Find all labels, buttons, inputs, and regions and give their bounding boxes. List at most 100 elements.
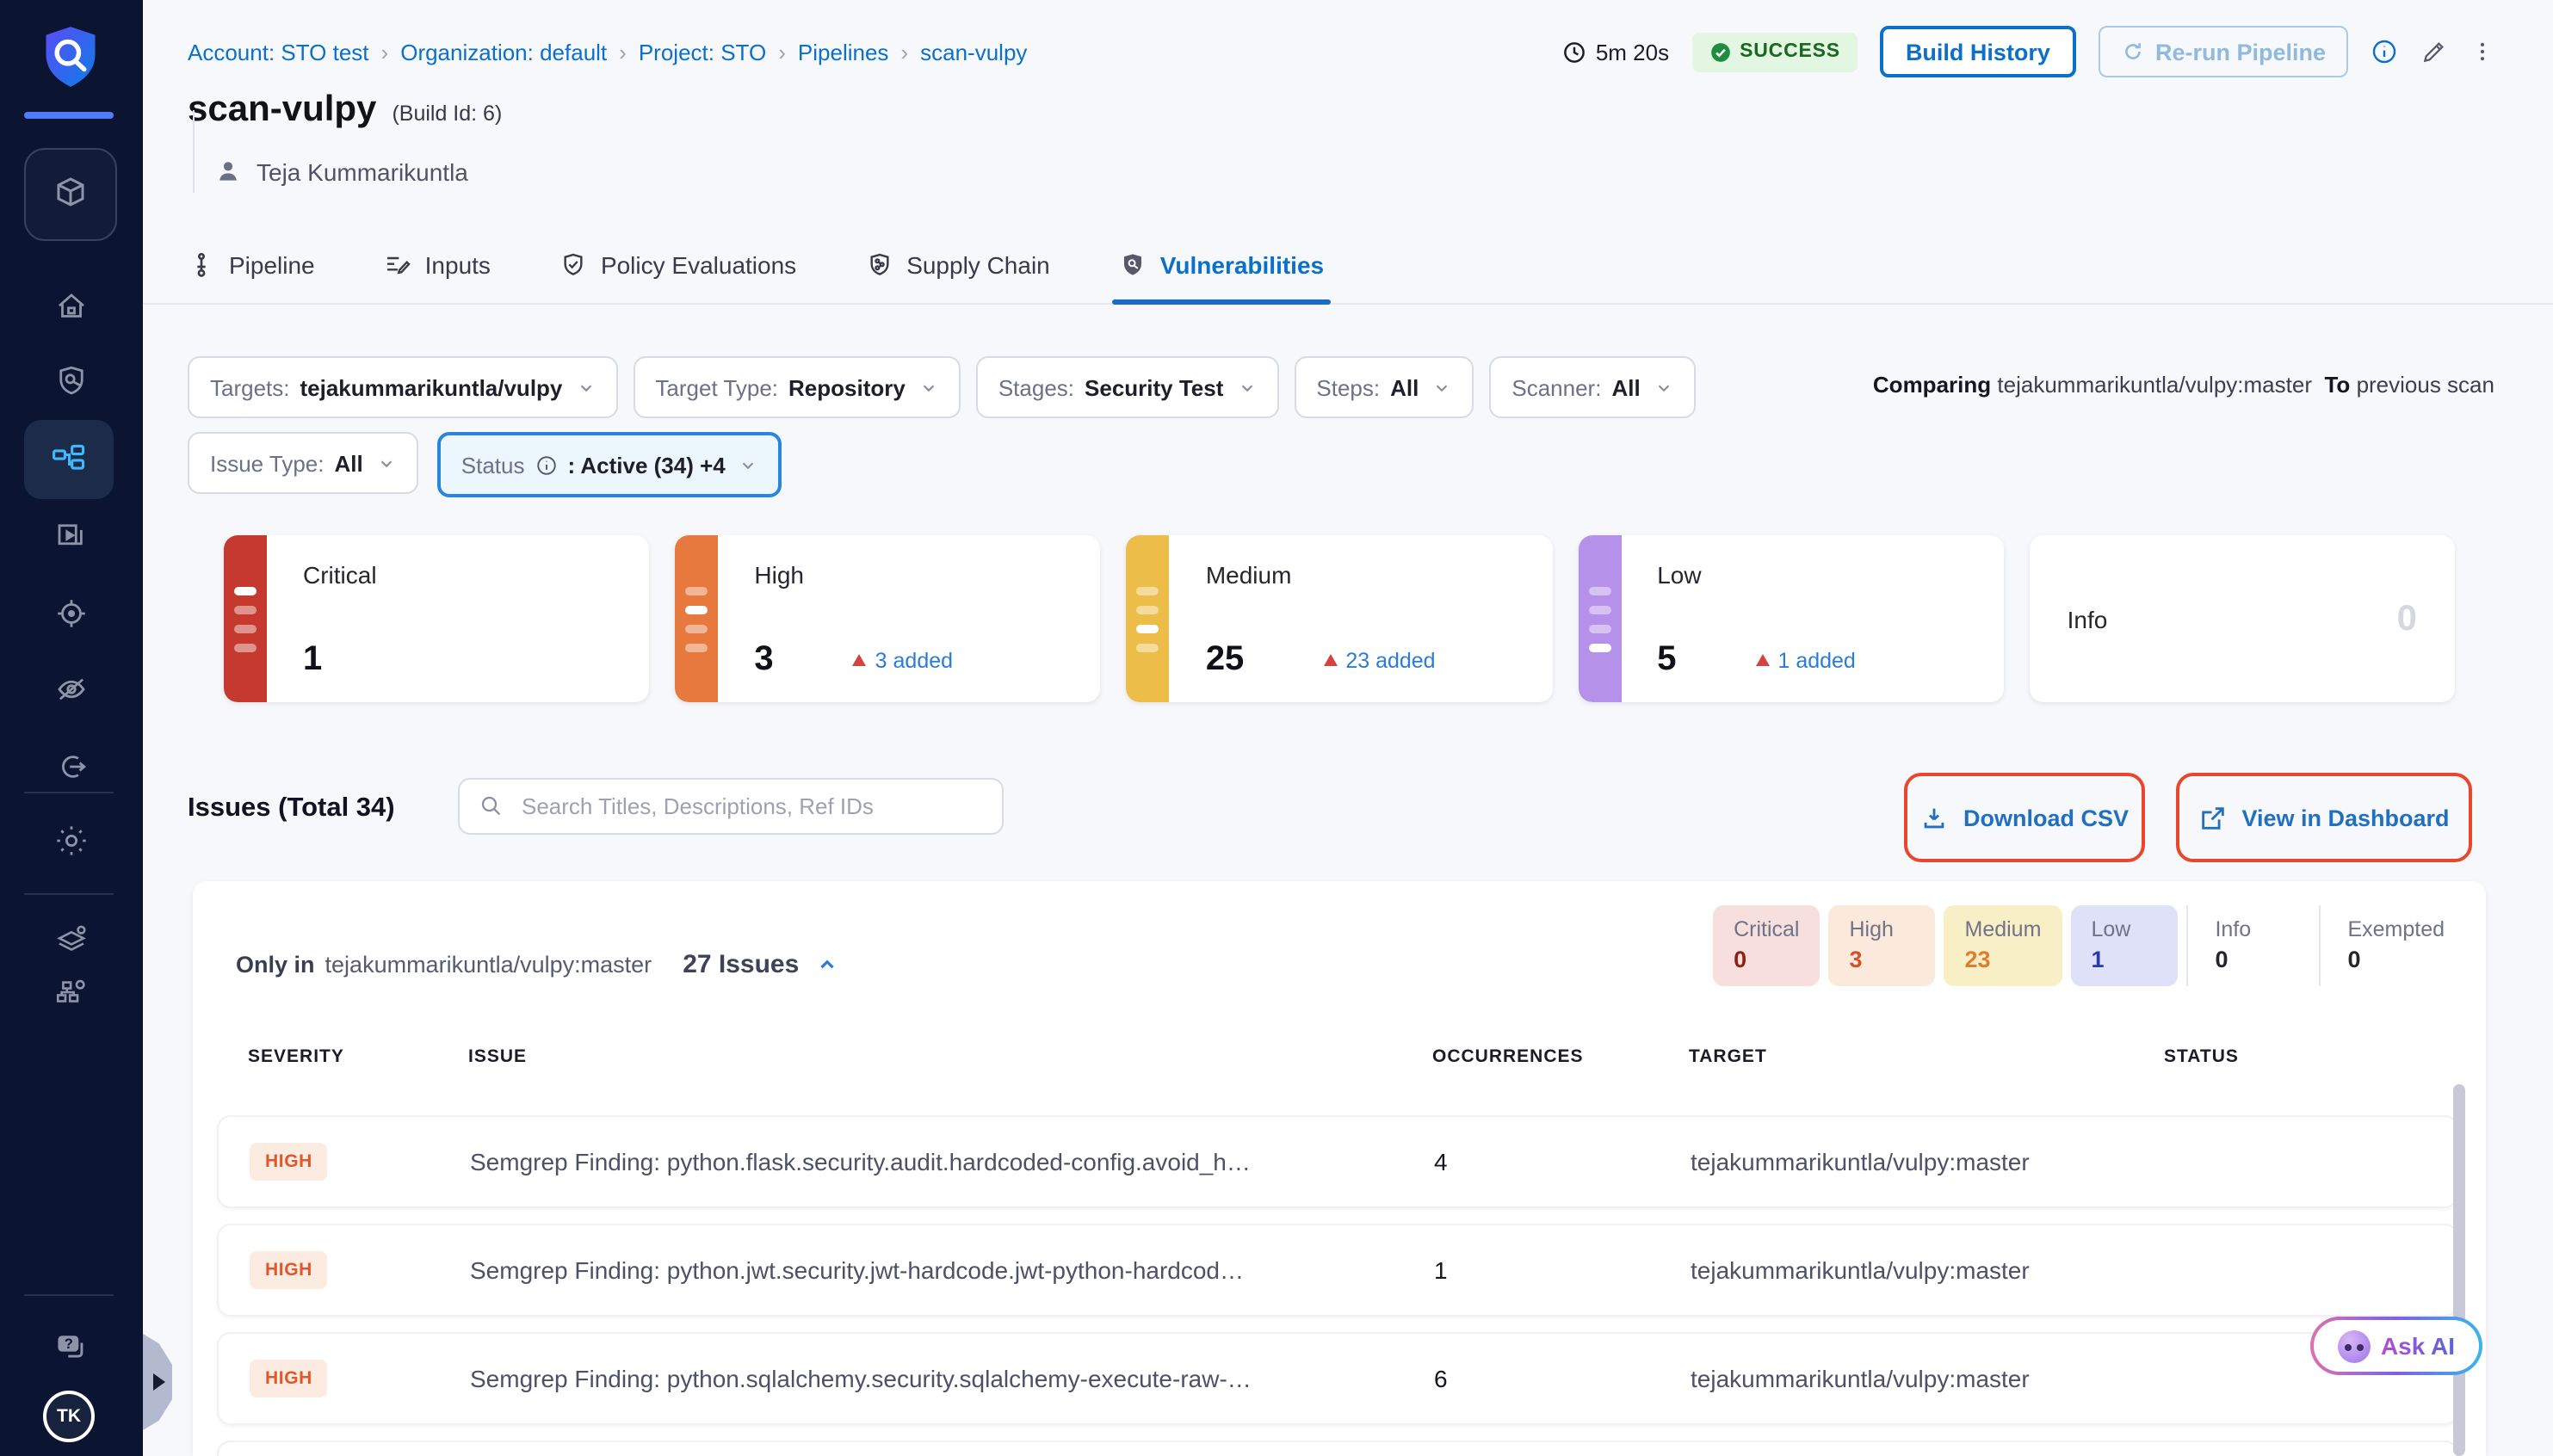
severity-gauge-icon [1578, 535, 1621, 702]
help-chat-icon: ? [52, 1329, 91, 1367]
stages-filter-dropdown[interactable]: Stages:Security Test [976, 356, 1279, 418]
issue-row[interactable]: HIGH Semgrep Finding: python.jwt.securit… [217, 1224, 2458, 1317]
download-csv-button[interactable]: Download CSV [1910, 801, 2139, 834]
chevron-right-icon: › [381, 39, 389, 65]
chevron-up-icon[interactable] [816, 953, 838, 976]
view-in-dashboard-button[interactable]: View in Dashboard [2188, 801, 2459, 834]
issues-search[interactable] [458, 778, 1004, 835]
breadcrumb-pipelines[interactable]: Pipelines [798, 39, 889, 65]
sidebar-item-executions[interactable] [0, 518, 143, 554]
left-nav-sidebar: ? TK [0, 0, 143, 1456]
added-count: 23 added [1323, 648, 1435, 672]
tab-pipeline[interactable]: Pipeline [188, 225, 315, 305]
targets-filter-dropdown[interactable]: Targets:tejakummarikuntla/vulpy [188, 356, 617, 418]
sidebar-item-module-selector[interactable] [24, 148, 117, 241]
sto-shield-magnifier-logo[interactable] [38, 22, 103, 91]
breadcrumb: Account: STO test › Organization: default… [188, 39, 1027, 65]
severity-count-chips: Critical0 High3 Medium23 Low1 Info0 Exem… [1713, 905, 2465, 986]
inputs-icon [384, 251, 411, 279]
table-scrollbar[interactable] [2453, 1084, 2465, 1456]
issue-target: tejakummarikuntla/vulpy:master [1691, 1148, 2166, 1175]
sidebar-item-scans[interactable] [0, 363, 143, 399]
active-tab-underline [1112, 299, 1331, 305]
build-history-button[interactable]: Build History [1880, 26, 2076, 77]
user-avatar[interactable]: TK [43, 1391, 95, 1442]
issue-occurrences: 6 [1410, 1365, 1691, 1392]
added-count: 1 added [1755, 648, 1855, 672]
tab-vulnerabilities[interactable]: Vulnerabilities [1119, 225, 1324, 305]
group-issue-count: 27 Issues [683, 950, 799, 979]
pipeline-icon [188, 251, 215, 279]
tab-policy-evaluations[interactable]: Policy Evaluations [559, 225, 796, 305]
severity-badge: HIGH [250, 1251, 328, 1289]
search-input[interactable] [518, 792, 983, 821]
chevron-down-icon [1237, 378, 1256, 397]
kebab-menu-icon[interactable] [2470, 38, 2494, 65]
download-icon [1920, 803, 1950, 832]
chip-high: High3 [1829, 905, 1936, 986]
sidebar-item-pipelines-active[interactable] [24, 420, 114, 499]
status-filter-dropdown[interactable]: Status : Active (34) +4 [437, 432, 782, 497]
ask-ai-label: Ask AI [2381, 1332, 2455, 1360]
avatar-initials: TK [57, 1406, 81, 1427]
info-card[interactable]: Info 0 [2030, 535, 2455, 702]
issue-occurrences: 4 [1410, 1148, 1691, 1175]
sidebar-item-get-started[interactable] [0, 749, 143, 785]
edit-pencil-icon[interactable] [2420, 38, 2448, 65]
breadcrumb-organization[interactable]: Organization: default [400, 39, 607, 65]
ask-ai-button[interactable]: Ask AI [2310, 1317, 2482, 1375]
only-in-label: Only in [236, 952, 315, 978]
annotation-box-download: Download CSV [1904, 773, 2145, 862]
issue-type-filter-dropdown[interactable]: Issue Type:All [188, 432, 418, 494]
severity-summary-cards: Critical 1 High 3 3 added Medium [224, 535, 2455, 702]
build-id-label: (Build Id: 6) [392, 102, 502, 126]
chevron-down-icon [1432, 378, 1451, 397]
card-label: Medium [1206, 561, 1524, 589]
tab-supply-chain[interactable]: Supply Chain [865, 225, 1050, 305]
chip-info: Info0 [2185, 905, 2309, 986]
ai-robot-icon [2338, 1330, 2371, 1362]
info-icon[interactable] [2371, 38, 2398, 65]
cube-module-icon [50, 174, 91, 215]
tab-inputs[interactable]: Inputs [384, 225, 491, 305]
low-card[interactable]: Low 5 1 added [1578, 535, 2003, 702]
get-started-icon [53, 749, 90, 785]
scanner-filter-dropdown[interactable]: Scanner:All [1489, 356, 1695, 418]
scan-shield-icon [53, 363, 90, 399]
target-type-filter-dropdown[interactable]: Target Type:Repository [633, 356, 960, 418]
main-content: Account: STO test › Organization: default… [143, 0, 2553, 1456]
organization-settings-icon [53, 974, 90, 1010]
sidebar-item-settings[interactable] [0, 823, 143, 859]
severity-gauge-icon [675, 535, 718, 702]
sidebar-item-targets[interactable] [0, 595, 143, 632]
sidebar-item-default-settings[interactable] [0, 922, 143, 959]
scrollbar-thumb[interactable] [2453, 1084, 2465, 1456]
shield-check-icon [559, 251, 587, 279]
medium-card[interactable]: Medium 25 23 added [1127, 535, 1552, 702]
external-link-icon [2198, 803, 2228, 832]
card-value: 1 [303, 640, 322, 680]
critical-card[interactable]: Critical 1 [224, 535, 649, 702]
page-title: scan-vulpy [188, 89, 376, 131]
rerun-pipeline-button[interactable]: Re-run Pipeline [2099, 26, 2348, 77]
default-settings-layers-icon [53, 922, 90, 959]
card-value: 25 [1206, 640, 1245, 680]
app-window: { "sidebar": { "logo_icon": "sto-shield-… [0, 0, 2553, 1456]
steps-filter-dropdown[interactable]: Steps:All [1294, 356, 1474, 418]
issue-row[interactable]: MEDIUM A Flask app appears to be run wit… [217, 1441, 2458, 1456]
sidebar-item-organization-settings[interactable] [0, 974, 143, 1010]
check-circle-icon [1709, 40, 1731, 63]
pipeline-author: Teja Kummarikuntla [257, 157, 468, 185]
meta-divider [193, 110, 195, 193]
issue-row[interactable]: HIGH Semgrep Finding: python.flask.secur… [217, 1115, 2458, 1208]
sidebar-item-home[interactable] [0, 289, 143, 325]
chip-medium: Medium23 [1944, 905, 2062, 986]
sidebar-item-hidden-targets[interactable] [0, 671, 143, 707]
breadcrumb-project[interactable]: Project: STO [639, 39, 766, 65]
high-card[interactable]: High 3 3 added [675, 535, 1100, 702]
issue-row[interactable]: HIGH Semgrep Finding: python.sqlalchemy.… [217, 1332, 2458, 1425]
breadcrumb-current-pipeline[interactable]: scan-vulpy [920, 39, 1027, 65]
issues-total-heading: Issues (Total 34) [188, 793, 395, 824]
sidebar-item-help[interactable]: ? [0, 1329, 143, 1367]
breadcrumb-account[interactable]: Account: STO test [188, 39, 369, 65]
